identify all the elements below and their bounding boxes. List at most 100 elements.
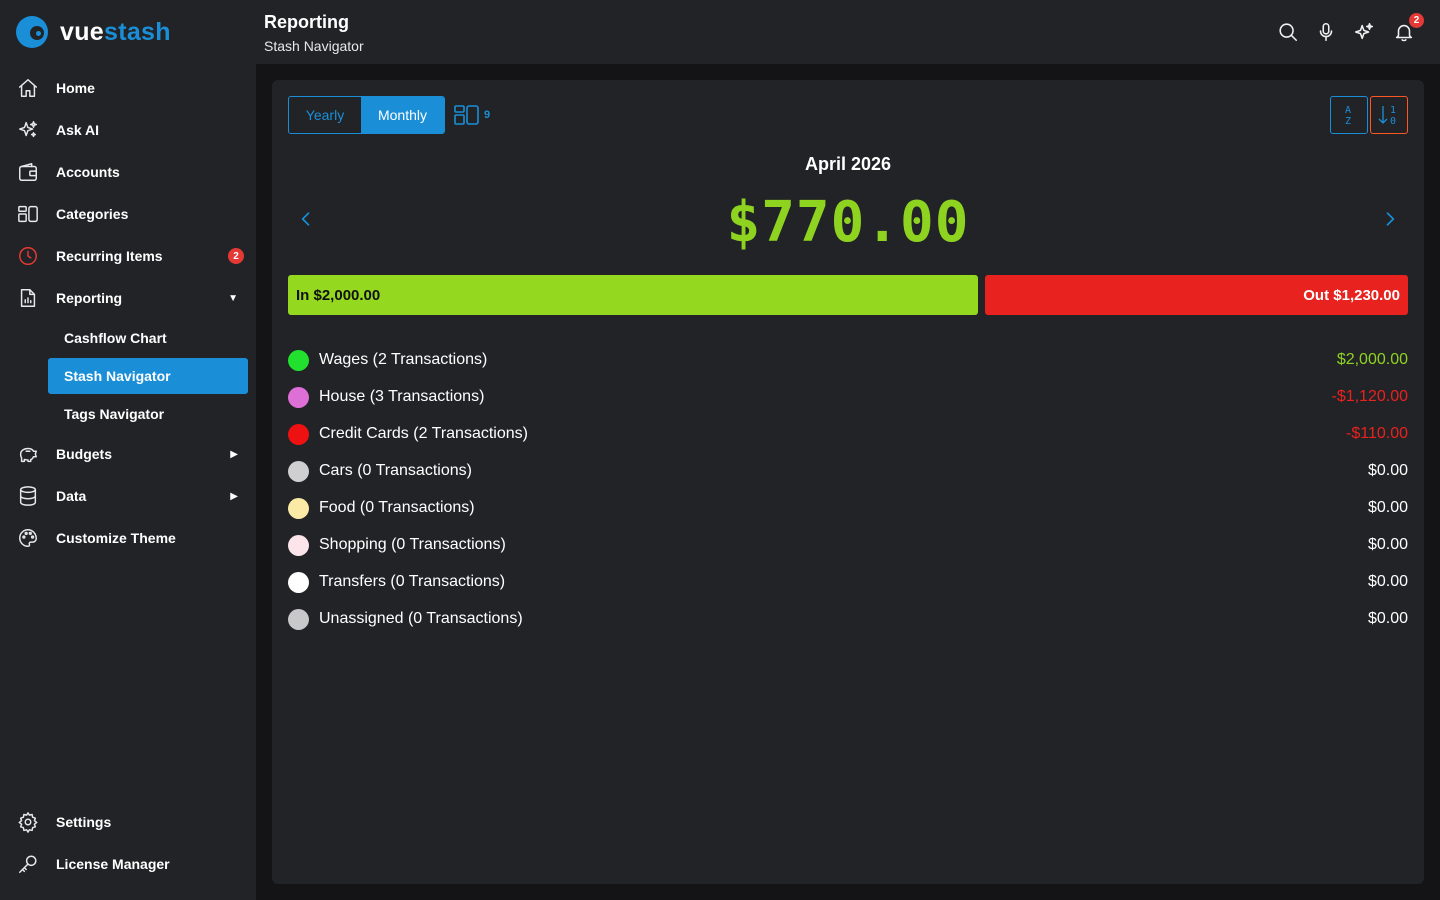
period-toggle: Yearly Monthly <box>288 96 445 134</box>
category-label: House (3 Transactions) <box>319 388 485 405</box>
sort-alpha-icon: AZ <box>1345 105 1351 127</box>
category-amount: $0.00 <box>1367 573 1408 590</box>
report-icon <box>16 286 40 310</box>
sidebar-item-accounts[interactable]: Accounts <box>16 155 248 189</box>
monthly-toggle-button[interactable]: Monthly <box>361 97 444 133</box>
income-bar: In $2,000.00 <box>288 275 978 315</box>
category-amount: -$1,120.00 <box>1331 388 1408 405</box>
category-label: Credit Cards (2 Transactions) <box>319 425 528 442</box>
sort-alphabetical-button[interactable]: AZ <box>1330 96 1368 134</box>
category-amount: $2,000.00 <box>1336 351 1408 368</box>
category-color-dot <box>288 571 309 593</box>
palette-icon <box>16 526 40 550</box>
sidebar-subitem-cashflow-chart[interactable]: Cashflow Chart <box>48 320 248 356</box>
category-label: Unassigned (0 Transactions) <box>319 610 523 627</box>
notification-badge: 2 <box>1409 13 1424 28</box>
category-color-dot <box>288 423 309 445</box>
categories-icon <box>454 105 479 125</box>
sidebar-item-label: Categories <box>56 206 129 222</box>
period-label: April 2026 <box>804 154 892 174</box>
sort-numeric-descending-icon: 10 <box>1378 105 1396 127</box>
sidebar-subitem-stash-navigator[interactable]: Stash Navigator <box>48 358 248 394</box>
wallet-icon <box>16 160 40 184</box>
logo-text: vuestash <box>60 18 171 47</box>
svg-text:1: 1 <box>1390 105 1396 116</box>
category-count: 9 <box>484 109 491 121</box>
category-row[interactable]: Credit Cards (2 Transactions) -$110.00 <box>288 419 1408 449</box>
database-icon <box>16 484 40 508</box>
category-row[interactable]: Wages (2 Transactions) $2,000.00 <box>288 345 1408 375</box>
stash-navigator-panel: Yearly Monthly 9 AZ 10 April 2026 $770.0… <box>272 80 1424 884</box>
page-subtitle: Stash Navigator <box>264 38 364 54</box>
category-color-dot <box>288 608 309 630</box>
home-icon <box>16 76 40 100</box>
sidebar-item-label: Reporting <box>56 290 123 306</box>
sidebar-item-ask-ai[interactable]: Ask AI <box>16 113 248 147</box>
microphone-icon[interactable] <box>1314 20 1338 44</box>
search-icon[interactable] <box>1276 20 1300 44</box>
svg-text:Z: Z <box>1345 116 1351 127</box>
page-title: Reporting <box>264 12 349 32</box>
sidebar: vuestash Home Ask AI Accounts Categories… <box>0 0 256 900</box>
recurring-items-badge: 2 <box>228 248 244 264</box>
category-color-dot <box>288 534 309 556</box>
sparkles-icon[interactable] <box>1352 20 1376 44</box>
category-color-dot <box>288 460 309 482</box>
app-window: vuestash Home Ask AI Accounts Categories… <box>0 0 1440 900</box>
category-color-dot <box>288 497 309 519</box>
categories-icon <box>16 202 40 226</box>
sidebar-item-data[interactable]: Data ▶ <box>16 479 248 513</box>
sidebar-subitem-tags-navigator[interactable]: Tags Navigator <box>48 396 248 432</box>
logo-text-part2: stash <box>103 17 171 46</box>
yearly-toggle-button[interactable]: Yearly <box>289 97 361 133</box>
sidebar-item-customize-theme[interactable]: Customize Theme <box>16 521 248 555</box>
category-label: Cars (0 Transactions) <box>319 462 472 479</box>
sidebar-item-label: Ask AI <box>56 122 100 138</box>
sparkles-icon <box>16 118 40 142</box>
category-row[interactable]: Cars (0 Transactions) $0.00 <box>288 456 1408 486</box>
sidebar-item-label: Recurring Items <box>56 248 163 264</box>
sidebar-item-label: License Manager <box>56 856 170 872</box>
category-label: Wages (2 Transactions) <box>319 351 488 368</box>
category-row[interactable]: Unassigned (0 Transactions) $0.00 <box>288 604 1408 634</box>
category-amount: $0.00 <box>1367 462 1408 479</box>
category-amount: -$110.00 <box>1346 425 1408 442</box>
logo-icon <box>16 16 48 48</box>
logo-text-part1: vue <box>60 17 104 46</box>
sidebar-item-recurring-items[interactable]: Recurring Items 2 <box>16 239 248 273</box>
logo[interactable]: vuestash <box>16 16 171 48</box>
sidebar-item-reporting[interactable]: Reporting ▼ <box>16 281 248 315</box>
category-amount: $0.00 <box>1367 499 1408 516</box>
caret-right-icon: ▶ <box>230 448 238 460</box>
caret-right-icon: ▶ <box>230 490 238 502</box>
gear-icon <box>16 810 40 834</box>
header-bar: Reporting Stash Navigator <box>256 0 1440 64</box>
category-row[interactable]: House (3 Transactions) -$1,120.00 <box>288 382 1408 412</box>
category-label: Food (0 Transactions) <box>319 499 475 516</box>
sidebar-item-categories[interactable]: Categories <box>16 197 248 231</box>
category-label: Transfers (0 Transactions) <box>319 573 506 590</box>
sidebar-item-label: Customize Theme <box>56 530 176 546</box>
next-period-button[interactable] <box>1378 207 1402 231</box>
sidebar-item-label: Home <box>56 80 95 96</box>
category-row[interactable]: Transfers (0 Transactions) $0.00 <box>288 567 1408 597</box>
category-label: Shopping (0 Transactions) <box>319 536 506 553</box>
category-amount: $0.00 <box>1367 610 1408 627</box>
chevron-right-icon <box>1386 212 1395 226</box>
piggy-bank-icon <box>16 442 40 466</box>
sidebar-item-settings[interactable]: Settings <box>16 805 248 839</box>
category-row[interactable]: Food (0 Transactions) $0.00 <box>288 493 1408 523</box>
sidebar-item-home[interactable]: Home <box>16 71 248 105</box>
sidebar-item-label: Accounts <box>56 164 120 180</box>
category-color-dot <box>288 349 309 371</box>
category-row[interactable]: Shopping (0 Transactions) $0.00 <box>288 530 1408 560</box>
sort-numeric-button[interactable]: 10 <box>1370 96 1408 134</box>
sidebar-item-label: Settings <box>56 814 112 830</box>
caret-down-icon: ▼ <box>228 292 238 304</box>
expense-bar: Out $1,230.00 <box>985 275 1408 315</box>
svg-text:A: A <box>1345 105 1351 116</box>
category-count-button[interactable]: 9 <box>454 104 490 126</box>
sidebar-item-budgets[interactable]: Budgets ▶ <box>16 437 248 471</box>
sidebar-item-license-manager[interactable]: License Manager <box>16 847 248 881</box>
net-amount: $770.00 <box>726 190 970 255</box>
